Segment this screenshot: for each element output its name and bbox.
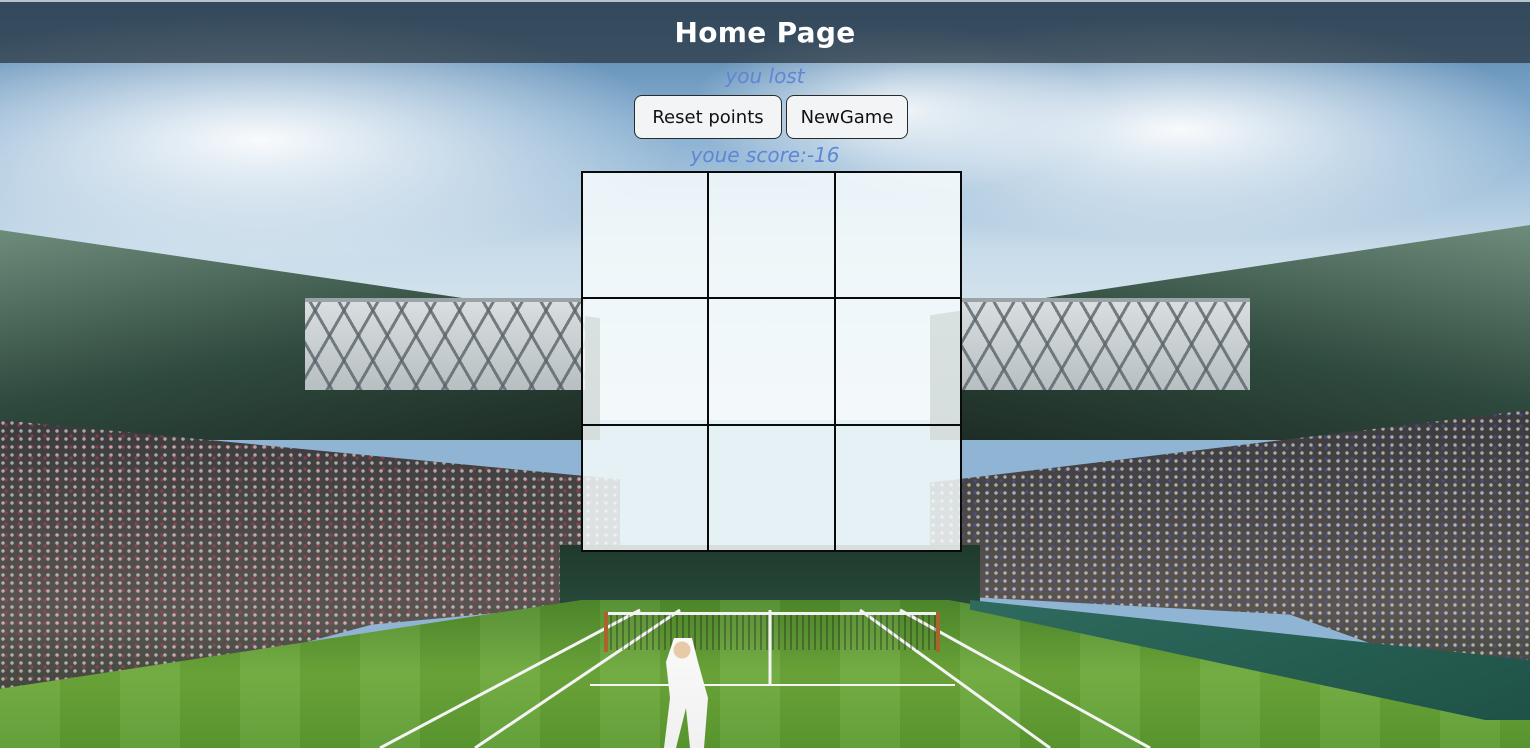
tic-tac-toe-board: [581, 171, 962, 552]
score-text: youe score:-16: [690, 143, 840, 167]
new-game-button[interactable]: NewGame: [786, 95, 908, 139]
court-back-wall: [560, 545, 980, 605]
page-title: Home Page: [674, 16, 856, 49]
page-header: Home Page: [0, 0, 1530, 63]
roof-truss-right: [960, 298, 1250, 390]
board-cell-5[interactable]: [708, 298, 835, 425]
board-cell-1[interactable]: [582, 172, 709, 299]
reset-points-button[interactable]: Reset points: [634, 95, 782, 139]
game-controls: Reset points NewGame: [634, 95, 910, 139]
board-cell-4[interactable]: [582, 298, 709, 425]
tennis-net: [604, 612, 940, 652]
board-cell-7[interactable]: [582, 424, 709, 551]
roof-truss-left: [305, 298, 585, 390]
board-cell-9[interactable]: [834, 424, 961, 551]
board-cell-6[interactable]: [834, 298, 961, 425]
board-cell-8[interactable]: [708, 424, 835, 551]
board-cell-2[interactable]: [708, 172, 835, 299]
game-status-text: you lost: [725, 64, 805, 88]
board-cell-3[interactable]: [834, 172, 961, 299]
